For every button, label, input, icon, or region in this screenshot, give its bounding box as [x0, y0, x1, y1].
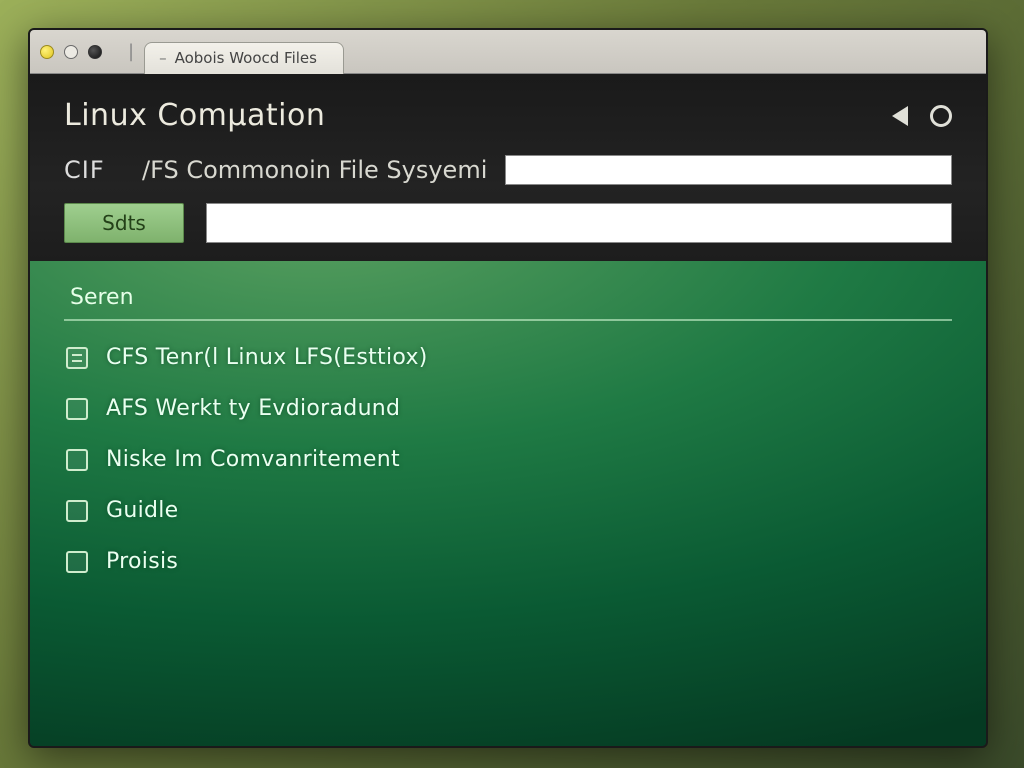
settings-icon[interactable] [930, 105, 952, 127]
subtitle-abbr: CIF [64, 156, 124, 184]
tab-strip: | – Aobois Woocd Files [30, 30, 986, 74]
app-window: | – Aobois Woocd Files Linux Comµation C… [28, 28, 988, 748]
list-item-label: Guidle [106, 498, 179, 523]
page-header: Linux Comµation CIF /FS Commonoin File S… [30, 74, 986, 261]
list-item[interactable]: Niske Im Comvanritement [64, 443, 952, 476]
action-button-label: Sdts [102, 211, 146, 235]
back-icon[interactable] [892, 106, 908, 126]
checkbox-icon[interactable] [66, 398, 88, 420]
item-list: CFS Tenr(l Linux LFS(Esttiox) AFS Werkt … [64, 335, 952, 578]
browser-tab[interactable]: – Aobois Woocd Files [144, 42, 344, 74]
search-input[interactable] [206, 203, 952, 243]
list-item-label: Niske Im Comvanritement [106, 447, 400, 472]
list-item-label: Proisis [106, 549, 178, 574]
window-control-close[interactable] [88, 45, 102, 59]
window-control-maximize[interactable] [64, 45, 78, 59]
list-item-label: AFS Werkt ty Evdioradund [106, 396, 400, 421]
column-header-row[interactable]: Seren [64, 275, 952, 321]
window-control-minimize[interactable] [40, 45, 54, 59]
content-body: Seren CFS Tenr(l Linux LFS(Esttiox) AFS … [30, 261, 986, 746]
tab-label: Aobois Woocd Files [175, 49, 317, 67]
checkbox-icon[interactable] [66, 551, 88, 573]
path-input[interactable] [505, 155, 952, 185]
page-title: Linux Comµation [64, 98, 325, 133]
checkbox-icon[interactable] [66, 500, 88, 522]
tab-favicon: – [159, 49, 167, 67]
subtitle-text: /FS Commonoin File Sysyemi [142, 156, 487, 184]
list-item-label: CFS Tenr(l Linux LFS(Esttiox) [106, 345, 428, 370]
action-button[interactable]: Sdts [64, 203, 184, 243]
checkbox-icon[interactable] [66, 449, 88, 471]
list-item[interactable]: Guidle [64, 494, 952, 527]
document-icon [66, 347, 88, 369]
list-item[interactable]: CFS Tenr(l Linux LFS(Esttiox) [64, 341, 952, 374]
list-item[interactable]: AFS Werkt ty Evdioradund [64, 392, 952, 425]
tab-divider: | [128, 41, 134, 62]
list-item[interactable]: Proisis [64, 545, 952, 578]
column-header-label: Seren [70, 285, 134, 310]
